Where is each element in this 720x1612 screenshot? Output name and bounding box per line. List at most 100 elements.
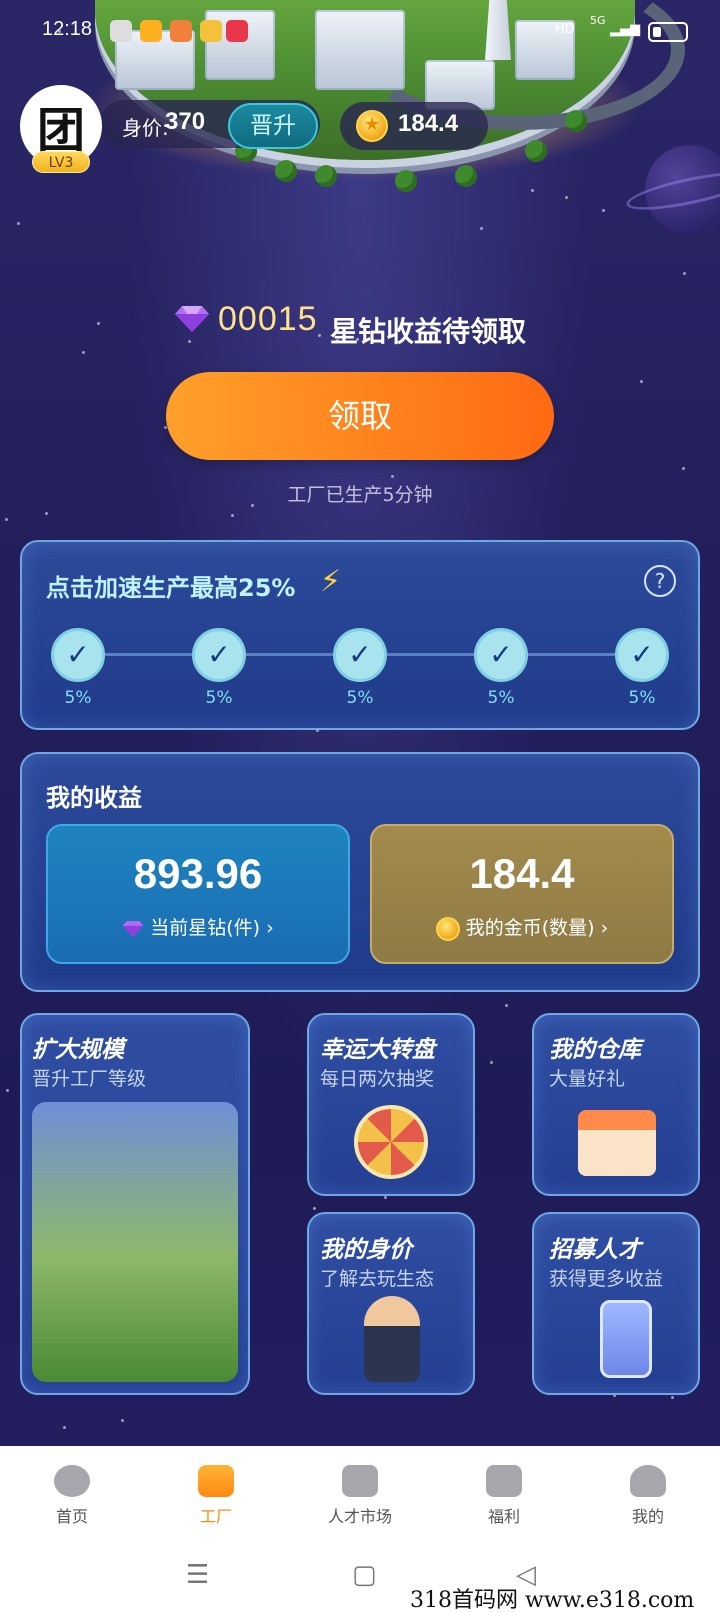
- speedup-title: 点击加速生产最高25%: [46, 574, 296, 602]
- star-decoration: [82, 351, 85, 354]
- businessman-icon: [364, 1296, 420, 1382]
- nav-mine[interactable]: 我的: [598, 1465, 698, 1527]
- tile-expand-subtitle: 晋升工厂等级: [32, 1068, 147, 1090]
- star-decoration: [683, 272, 686, 275]
- nav-talent-market[interactable]: 人才市场: [310, 1465, 410, 1527]
- tree: [455, 165, 477, 187]
- hd-indicator: HD: [555, 22, 575, 37]
- speedup-step-1[interactable]: ✓: [51, 628, 105, 682]
- speedup-step-5[interactable]: ✓: [615, 628, 669, 682]
- nav-factory[interactable]: 工厂: [166, 1465, 266, 1527]
- coin-earnings-link[interactable]: 我的金币(数量) ›: [370, 913, 674, 941]
- tile-wheel-subtitle: 每日两次抽奖: [320, 1068, 435, 1090]
- tile-recruit-title: 招募人才: [549, 1237, 641, 1263]
- diamond-earnings-label: 当前星钻(件): [150, 917, 261, 939]
- lightning-icon: ⚡: [320, 564, 342, 599]
- tile-warehouse-title: 我的仓库: [549, 1037, 641, 1063]
- coin-earnings-value: 184.4: [469, 850, 575, 897]
- earnings-title: 我的收益: [46, 784, 142, 812]
- tree: [395, 170, 417, 192]
- nav-label: 人才市场: [327, 1507, 392, 1526]
- video-app-icon: [140, 20, 162, 42]
- speedup-step-2[interactable]: ✓: [192, 628, 246, 682]
- game-app-icon: [200, 20, 222, 42]
- nav-home[interactable]: 首页: [22, 1465, 122, 1527]
- nav-label: 福利: [487, 1507, 520, 1526]
- pending-diamond-text: 星钻收益待领取: [330, 315, 527, 348]
- tile-worth-subtitle: 了解去玩生态: [320, 1268, 435, 1290]
- diamond-earnings-link[interactable]: 当前星钻(件) ›: [46, 913, 350, 940]
- star-decoration: [391, 475, 394, 478]
- watermark: 318首码网 www.e318.com: [410, 1588, 695, 1612]
- claim-button[interactable]: 领取: [166, 372, 554, 460]
- speedup-step-4[interactable]: ✓: [474, 628, 528, 682]
- star-decoration: [671, 1396, 674, 1399]
- star-decoration: [121, 1419, 124, 1422]
- coin-earnings-label: 我的金币(数量): [465, 917, 595, 939]
- music-app-icon: [226, 20, 248, 42]
- speedup-step-label: 5%: [205, 688, 233, 708]
- coin-balance-value: 184.4: [398, 110, 459, 137]
- star-decoration: [97, 322, 100, 325]
- nav-label: 首页: [55, 1507, 88, 1526]
- star-decoration: [505, 1004, 508, 1007]
- chevron-right-icon: ›: [260, 917, 274, 939]
- speedup-step-label: 5%: [487, 688, 515, 708]
- user-icon: [630, 1465, 666, 1497]
- city-illustration: [32, 1102, 238, 1382]
- nav-welfare[interactable]: 福利: [454, 1465, 554, 1527]
- tree: [565, 110, 587, 132]
- diamond-earnings-value: 893.96: [133, 850, 263, 897]
- star-decoration: [318, 334, 321, 337]
- tree: [315, 165, 337, 187]
- planet-icon: [54, 1465, 90, 1497]
- star-decoration: [682, 467, 685, 470]
- star-decoration: [188, 340, 191, 343]
- star-decoration: [45, 512, 48, 515]
- star-decoration: [5, 518, 8, 521]
- diamond-icon: [175, 306, 209, 332]
- star-decoration: [63, 1426, 66, 1429]
- pending-diamond-amount: 00015: [218, 300, 318, 338]
- star-decoration: [490, 1061, 493, 1064]
- worth-value: 370: [165, 108, 206, 135]
- system-menu-button[interactable]: ☰: [186, 1560, 209, 1590]
- tree: [525, 140, 547, 162]
- tile-wheel-title: 幸运大转盘: [320, 1037, 435, 1063]
- diamond-icon: [122, 920, 144, 937]
- status-bar: 12:18 HD 5G ▂▄▆: [0, 0, 720, 64]
- speedup-step-label: 5%: [64, 688, 92, 708]
- system-home-button[interactable]: ▢: [352, 1560, 377, 1590]
- shop-icon: [578, 1110, 656, 1176]
- store-icon: [342, 1465, 378, 1497]
- promote-button[interactable]: 晋升: [228, 103, 318, 149]
- wheel-icon: [354, 1105, 428, 1179]
- nav-label: 工厂: [199, 1507, 232, 1526]
- chat-app-icon: [110, 20, 132, 42]
- home-icon: [198, 1465, 234, 1497]
- signal-icon: ▂▄▆: [610, 22, 640, 37]
- battery-icon: [648, 22, 688, 42]
- speedup-step-label: 5%: [346, 688, 374, 708]
- level-badge: LV3: [32, 151, 90, 173]
- nav-label: 我的: [631, 1507, 664, 1526]
- network-indicator: 5G: [590, 14, 606, 27]
- tile-expand-title: 扩大规模: [32, 1037, 124, 1063]
- coin-icon: [356, 110, 388, 142]
- star-decoration: [6, 1089, 9, 1092]
- star-decoration: [17, 222, 20, 225]
- status-time: 12:18: [42, 18, 93, 40]
- help-icon[interactable]: ?: [644, 565, 676, 597]
- speedup-step-label: 5%: [628, 688, 656, 708]
- chevron-right-icon: ›: [594, 917, 609, 939]
- star-decoration: [313, 1207, 316, 1210]
- star-decoration: [231, 514, 234, 517]
- app-root: 12:18 HD 5G ▂▄▆ 团 LV3 身价: 370 晋升 184.4 0…: [0, 0, 720, 1612]
- tree: [275, 160, 297, 182]
- coin-icon: [435, 916, 460, 941]
- tile-worth-title: 我的身价: [320, 1237, 412, 1263]
- phone-profile-icon: [600, 1300, 652, 1378]
- factory-produced-text: 工厂已生产5分钟: [287, 484, 433, 506]
- speedup-step-3[interactable]: ✓: [333, 628, 387, 682]
- gift-icon: [486, 1465, 522, 1497]
